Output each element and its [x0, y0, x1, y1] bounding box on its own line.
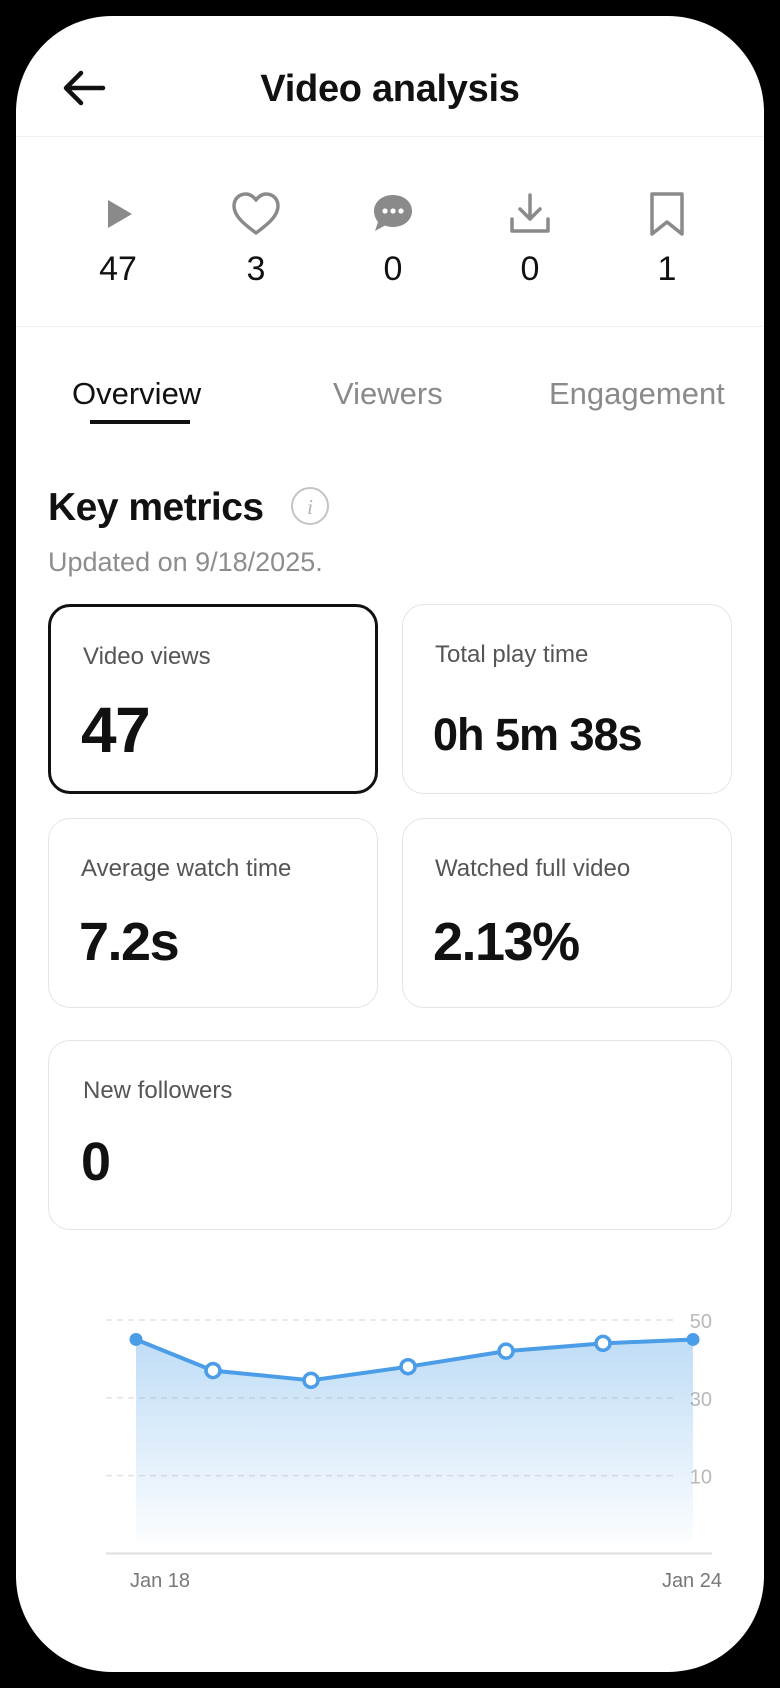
download-icon [510, 193, 550, 233]
data-point [594, 1334, 612, 1353]
metric-card-new-followers[interactable]: New followers 0 [48, 1040, 732, 1230]
stat-saves[interactable]: 1 [607, 186, 727, 289]
data-point [399, 1357, 417, 1376]
info-icon[interactable]: i [290, 486, 330, 526]
data-point [686, 1332, 700, 1346]
y-tick-label: 50 [690, 1311, 712, 1333]
stats-bar: 47 3 0 0 1 [16, 136, 764, 327]
data-point [497, 1342, 515, 1360]
x-tick-label: Jan 18 [130, 1570, 190, 1592]
active-tab-indicator [90, 420, 190, 424]
comment-icon [374, 195, 412, 231]
metric-label: New followers [83, 1077, 233, 1104]
heart-icon [232, 192, 280, 235]
views-chart: 50 30 10 Jan 18 Jan 24 [106, 1311, 722, 1592]
metric-value: 2.13% [433, 912, 580, 972]
svg-text:i: i [307, 495, 313, 519]
data-point [204, 1361, 222, 1380]
metric-card-watched-full-video[interactable]: Watched full video 2.13% [402, 818, 732, 1008]
stat-downloads-value: 0 [520, 250, 540, 288]
metric-label: Watched full video [435, 855, 631, 882]
page-title: Video analysis [260, 68, 520, 110]
metric-card-total-play-time[interactable]: Total play time 0h 5m 38s [402, 604, 732, 794]
bookmark-icon [650, 192, 684, 236]
metric-label: Video views [83, 643, 211, 670]
stat-comments[interactable]: 0 [333, 186, 453, 289]
y-tick-label: 30 [690, 1389, 712, 1411]
stat-comments-value: 0 [383, 250, 403, 288]
data-point [302, 1371, 320, 1390]
stat-likes-value: 3 [246, 250, 266, 288]
tab-overview[interactable]: Overview [72, 376, 201, 412]
metric-value: 0 [81, 1132, 111, 1192]
x-tick-label: Jan 24 [662, 1570, 722, 1592]
metric-label: Average watch time [81, 855, 292, 882]
metric-value: 0h 5m 38s [433, 709, 643, 760]
stat-plays[interactable]: 47 [58, 186, 178, 289]
stat-likes[interactable]: 3 [196, 186, 316, 289]
metric-value: 7.2s [79, 912, 180, 972]
metric-label: Total play time [435, 641, 589, 668]
stat-downloads[interactable]: 0 [470, 186, 590, 289]
y-tick-label: 10 [690, 1467, 712, 1489]
tab-engagement[interactable]: Engagement [549, 376, 725, 412]
section-title: Key metrics [48, 486, 264, 529]
metric-card-average-watch-time[interactable]: Average watch time 7.2s [48, 818, 378, 1008]
phone-screen: Video analysis 47 3 0 0 1 Overview Viewe… [16, 16, 764, 1672]
tab-viewers[interactable]: Viewers [333, 376, 443, 412]
play-icon [108, 200, 132, 228]
stat-plays-value: 47 [99, 250, 137, 288]
tab-bar: Overview Viewers Engagement [16, 336, 764, 446]
data-point [129, 1332, 143, 1346]
updated-date: Updated on 9/18/2025. [48, 547, 323, 577]
metric-value: 47 [81, 694, 151, 766]
header: Video analysis [16, 16, 764, 137]
stat-saves-value: 1 [657, 250, 677, 288]
metric-card-video-views[interactable]: Video views 47 [48, 604, 378, 794]
